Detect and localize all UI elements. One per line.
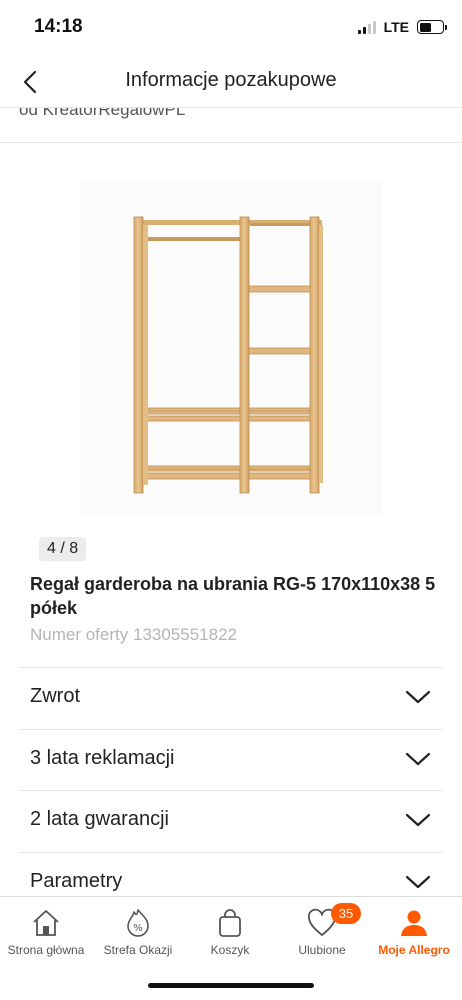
product-title: Regał garderoba na ubrania RG-5 170x110x… (30, 574, 436, 618)
section-label: 2 lata gwarancji (30, 808, 169, 830)
home-icon (33, 910, 59, 936)
discount-icon: % (127, 909, 149, 937)
tab-deals[interactable]: % Strefa Okazji (92, 897, 184, 977)
section-warranty[interactable]: 2 lata gwarancji (19, 790, 443, 852)
svg-text:%: % (133, 923, 143, 934)
favorites-badge: 35 (331, 903, 361, 924)
chevron-down-icon (405, 752, 431, 766)
home-indicator (148, 983, 314, 988)
section-label: Parametry (30, 870, 123, 892)
divider (0, 142, 462, 143)
status-time: 14:18 (34, 16, 83, 37)
chevron-down-icon (405, 875, 431, 889)
section-return[interactable]: Zwrot (19, 667, 443, 729)
gallery-counter: 4 / 8 (39, 537, 87, 561)
offer-number: Numer oferty 13305551822 (30, 625, 237, 644)
chevron-down-icon (405, 813, 431, 827)
battery-fill (419, 22, 431, 32)
battery-icon (417, 20, 447, 34)
navigation-bar: Informacje pozakupowe (0, 56, 462, 108)
product-image[interactable] (80, 180, 382, 515)
status-indicators: LTE (357, 19, 447, 35)
section-label: Zwrot (30, 685, 80, 707)
chevron-down-icon (405, 690, 431, 704)
signal-icon (357, 20, 376, 34)
network-label: LTE (383, 19, 409, 35)
status-bar: 14:18 LTE (0, 0, 462, 56)
cart-icon (219, 909, 241, 937)
tab-my-allegro[interactable]: Moje Allegro (368, 897, 460, 977)
wardrobe-rack-illustration (133, 216, 323, 494)
tab-home[interactable]: Strona główna (0, 897, 92, 977)
page-title: Informacje pozakupowe (125, 69, 337, 91)
tab-favorites[interactable]: 35 Ulubione (276, 897, 368, 977)
section-complaint[interactable]: 3 lata reklamacji (19, 729, 443, 791)
user-icon (401, 910, 427, 936)
tab-label: Moje Allegro (378, 943, 450, 957)
section-label: 3 lata reklamacji (30, 747, 175, 769)
tab-cart[interactable]: Koszyk (184, 897, 276, 977)
